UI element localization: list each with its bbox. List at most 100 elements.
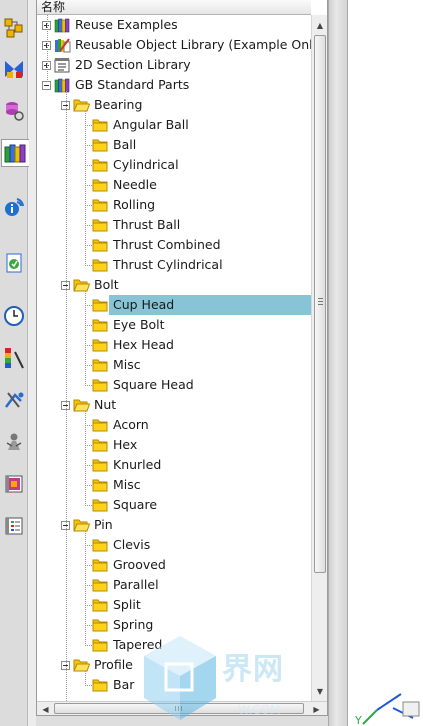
- tree-leaf-item[interactable]: Split: [37, 595, 311, 615]
- tree-leaf-item[interactable]: Misc: [37, 355, 311, 375]
- tree-leaf-item[interactable]: Clevis: [37, 535, 311, 555]
- tree-connector-line: [85, 465, 92, 466]
- tree-group-item[interactable]: Pin: [37, 515, 311, 535]
- folder-open-icon: [73, 657, 91, 673]
- tree-group-item[interactable]: Bolt: [37, 275, 311, 295]
- section-library-icon: [54, 57, 71, 73]
- tree-leaf-item[interactable]: Thrust Cylindrical: [37, 255, 311, 275]
- tree-leaf-item[interactable]: Misc: [37, 475, 311, 495]
- tree-connector-line: [85, 305, 92, 306]
- tree-item-label: Spring: [113, 617, 154, 632]
- palette-icon[interactable]: [1, 470, 27, 498]
- tree-leaf-item[interactable]: Acorn: [37, 415, 311, 435]
- clock-icon[interactable]: [1, 302, 27, 330]
- tree-leaf-item[interactable]: Thrust Ball: [37, 215, 311, 235]
- tree-root-item[interactable]: GB Standard Parts: [37, 75, 311, 95]
- tree-leaf-item[interactable]: Parallel: [37, 575, 311, 595]
- tree-item-label: Reusable Object Library (Example Only): [75, 37, 311, 52]
- tree-leaf-item[interactable]: Grooved: [37, 555, 311, 575]
- tree-connector-line: [85, 125, 92, 126]
- system-materials-icon[interactable]: [1, 512, 27, 540]
- role-icon[interactable]: [1, 428, 27, 456]
- visualization-icon[interactable]: [1, 344, 27, 372]
- horizontal-scroll-thumb[interactable]: [54, 703, 304, 714]
- tree-leaf-item[interactable]: Eye Bolt: [37, 315, 311, 335]
- tree-item-label: Needle: [113, 177, 157, 192]
- tree-leaf-item[interactable]: Rolling: [37, 195, 311, 215]
- scroll-grip-icon: [175, 706, 182, 711]
- panel-splitter[interactable]: [328, 0, 348, 726]
- process-studio-icon[interactable]: [1, 386, 27, 414]
- horizontal-scrollbar[interactable]: ◀ ▶: [37, 701, 327, 715]
- resource-bar: [0, 0, 29, 726]
- tree-connector-line: [85, 605, 92, 606]
- graphics-window[interactable]: Y: [348, 0, 423, 726]
- folder-icon: [92, 217, 109, 233]
- tree-connector-line: [66, 91, 67, 701]
- part-navigator-icon[interactable]: [1, 97, 27, 125]
- tree-connector-line: [85, 531, 86, 646]
- tree-connector-line: [85, 185, 92, 186]
- folder-icon: [92, 457, 109, 473]
- folder-icon: [92, 637, 109, 653]
- tree-group-item[interactable]: Bearing: [37, 95, 311, 115]
- tree-connector-line: [85, 291, 86, 386]
- tree-leaf-item[interactable]: Square Head: [37, 375, 311, 395]
- scroll-grip-icon: [318, 298, 323, 305]
- tree-root-item[interactable]: 2D Section Library: [37, 55, 311, 75]
- tree-item-label: Reuse Examples: [75, 17, 178, 32]
- tree-item-label: Grooved: [113, 557, 166, 572]
- folder-icon: [92, 537, 109, 553]
- folder-open-icon: [73, 97, 91, 113]
- panel-bottom-edge: [36, 716, 328, 726]
- vertical-scroll-thumb[interactable]: [314, 35, 326, 573]
- tree-item-label: Eye Bolt: [113, 317, 165, 332]
- folder-icon: [92, 617, 109, 633]
- tree-leaf-item[interactable]: Cup Head: [37, 295, 311, 315]
- tree-connector-line: [85, 411, 86, 506]
- tree-item-label: Rolling: [113, 197, 156, 212]
- tree-connector-line: [85, 385, 92, 386]
- tree-root-item[interactable]: Reuse Examples: [37, 15, 311, 35]
- folder-icon: [92, 437, 109, 453]
- tree-leaf-item[interactable]: Hex Head: [37, 335, 311, 355]
- tree-connector-line: [85, 545, 92, 546]
- scroll-right-arrow-icon[interactable]: ▶: [309, 702, 324, 715]
- tree-leaf-item[interactable]: Angular Ball: [37, 115, 311, 135]
- tree-leaf-item[interactable]: Hex: [37, 435, 311, 455]
- tree-item-label: Nut: [94, 397, 117, 412]
- tree-leaf-item[interactable]: Square: [37, 495, 311, 515]
- tree-leaf-item[interactable]: Ball: [37, 135, 311, 155]
- vertical-scrollbar[interactable]: ▲ ▼: [311, 15, 327, 701]
- tree-connector-line: [85, 205, 92, 206]
- library-tree[interactable]: Reuse Examples Reusable Object Library (E…: [37, 15, 311, 701]
- column-header-name[interactable]: 名称: [37, 0, 311, 15]
- history-icon[interactable]: [1, 249, 27, 277]
- tree-group-item[interactable]: Nut: [37, 395, 311, 415]
- tree-leaf-item[interactable]: Needle: [37, 175, 311, 195]
- view-triad-icon: Y: [354, 693, 420, 726]
- tree-connector-line: [85, 685, 92, 686]
- folder-icon: [92, 117, 109, 133]
- collapse-toggle-icon[interactable]: [42, 81, 51, 90]
- tree-item-label: Square: [113, 497, 158, 512]
- tree-root-item[interactable]: Reusable Object Library (Example Only): [37, 35, 311, 55]
- tree-connector-line: [85, 671, 86, 686]
- constraint-navigator-icon[interactable]: [1, 55, 27, 83]
- assembly-navigator-icon[interactable]: [1, 14, 27, 42]
- tree-leaf-item[interactable]: Knurled: [37, 455, 311, 475]
- tree-item-label: Cup Head: [111, 297, 177, 313]
- tree-leaf-item[interactable]: Spring: [37, 615, 311, 635]
- tree-item-label: Square Head: [113, 377, 194, 392]
- web-browser-icon[interactable]: [1, 193, 27, 221]
- tree-connector-line: [85, 585, 92, 586]
- folder-icon: [92, 337, 109, 353]
- tree-leaf-item[interactable]: Thrust Combined: [37, 235, 311, 255]
- books-icon: [54, 77, 71, 93]
- scroll-up-arrow-icon[interactable]: ▲: [312, 17, 327, 33]
- folder-icon: [92, 377, 109, 393]
- reuse-library-icon[interactable]: [1, 139, 29, 167]
- tree-leaf-item[interactable]: Cylindrical: [37, 155, 311, 175]
- scroll-left-arrow-icon[interactable]: ◀: [38, 702, 53, 715]
- scroll-down-arrow-icon[interactable]: ▼: [312, 683, 327, 699]
